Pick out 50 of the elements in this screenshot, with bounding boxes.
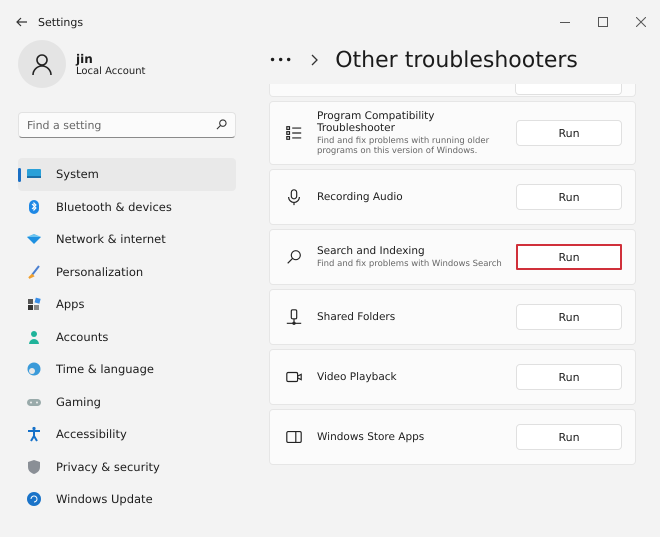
- troubleshooter-title: Program Compatibility Troubleshooter: [317, 110, 436, 134]
- run-button[interactable]: Run: [516, 304, 622, 330]
- troubleshooter-title: Video Playback: [317, 371, 398, 383]
- troubleshooter-title: Recording Audio: [317, 191, 404, 203]
- network-drive-icon: [285, 308, 303, 326]
- close-icon[interactable]: [636, 17, 646, 27]
- troubleshooter-title: Search and Indexing: [317, 245, 426, 257]
- troubleshooter-description: Find and fix problems with running older programs on this version of Windows.: [317, 136, 490, 156]
- search-field[interactable]: Find a setting: [18, 112, 236, 138]
- globe-icon: [26, 361, 42, 378]
- sidebar-item[interactable]: Gaming: [18, 386, 236, 418]
- run-button[interactable]: Run: [516, 424, 622, 450]
- search-icon: [216, 119, 227, 130]
- breadcrumb-overflow[interactable]: •••: [269, 53, 294, 67]
- chevron-right-icon: [309, 54, 320, 66]
- run-button[interactable]: Run: [516, 244, 622, 270]
- sidebar-item[interactable]: Bluetooth & devices: [18, 190, 236, 223]
- sidebar-item[interactable]: Privacy & security: [18, 450, 236, 483]
- update-icon: [26, 491, 42, 508]
- back-arrow-icon[interactable]: [16, 16, 28, 28]
- sidebar-item[interactable]: Apps: [18, 288, 236, 320]
- sidebar-item[interactable]: Windows Update: [18, 483, 236, 516]
- sidebar-item[interactable]: Time & language: [18, 353, 236, 386]
- sidebar-item[interactable]: System: [18, 158, 236, 190]
- shield-icon: [26, 458, 42, 475]
- apps-icon: [26, 296, 42, 312]
- troubleshooter-title: Windows Store Apps: [317, 431, 426, 443]
- run-button[interactable]: Run: [516, 364, 622, 390]
- person-icon: [26, 328, 42, 345]
- window-icon: [285, 428, 303, 446]
- sidebar-item[interactable]: Accounts: [18, 320, 236, 353]
- search-icon: [285, 248, 303, 266]
- maximize-icon[interactable]: [598, 17, 608, 27]
- sidebar-item[interactable]: Network & internet: [18, 223, 236, 256]
- page-title: Other troubleshooters: [335, 48, 578, 72]
- avatar: [18, 40, 66, 88]
- sidebar-item[interactable]: Personalization: [18, 256, 236, 288]
- account-type: Local Account: [76, 66, 146, 76]
- bluetooth-icon: [26, 198, 42, 215]
- run-button[interactable]: Run: [516, 120, 622, 146]
- accessibility-icon: [26, 426, 42, 442]
- list-icon: [285, 124, 303, 142]
- run-button[interactable]: Run: [516, 184, 622, 210]
- microphone-icon: [285, 188, 303, 206]
- brush-icon: [26, 264, 42, 280]
- window-title: Settings: [38, 16, 84, 28]
- sidebar-item[interactable]: Accessibility: [18, 418, 236, 450]
- troubleshooter-description: Find and fix problems with Windows Search: [317, 259, 503, 269]
- account-name: jin: [76, 52, 94, 66]
- troubleshooter-title: Shared Folders: [317, 311, 396, 323]
